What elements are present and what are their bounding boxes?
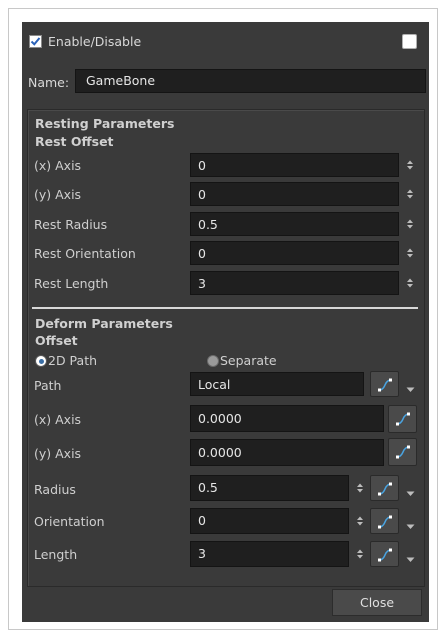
dropdown-arrow-icon[interactable]	[406, 551, 415, 562]
spin-arrows-icon[interactable]	[355, 481, 365, 495]
rest-length-label: Rest Length	[34, 276, 109, 291]
enable-label: Enable/Disable	[48, 34, 142, 49]
bone-properties-dialog: Enable/Disable Name: GameBone Resting Pa…	[22, 22, 429, 622]
radius-function-button[interactable]	[370, 475, 399, 501]
rest-offset-title: Rest Offset	[35, 134, 114, 149]
rest-radius-field[interactable]: 0.5	[190, 212, 399, 236]
length-label: Length	[34, 547, 78, 562]
rest-y-axis-label: (y) Axis	[34, 187, 82, 202]
length-function-button[interactable]	[370, 541, 399, 567]
radius-label: Radius	[34, 482, 76, 497]
radio-2d-path-label: 2D Path	[48, 353, 98, 368]
dropdown-arrow-icon[interactable]	[406, 381, 415, 392]
function-curve-icon	[396, 412, 410, 426]
dropdown-arrow-icon[interactable]	[406, 518, 415, 529]
color-swatch-checkbox[interactable]	[402, 34, 417, 49]
function-curve-icon	[396, 445, 410, 459]
deform-parameters-title: Deform Parameters	[35, 316, 173, 331]
length-field[interactable]: 3	[190, 541, 349, 567]
path-label: Path	[34, 378, 62, 393]
orientation-field[interactable]: 0	[190, 508, 349, 534]
deform-x-axis-label: (x) Axis	[34, 412, 82, 427]
function-curve-icon	[378, 548, 392, 562]
close-button[interactable]: Close	[332, 589, 422, 616]
checkmark-icon	[30, 37, 41, 46]
radius-field[interactable]: 0.5	[190, 475, 349, 501]
section-divider	[32, 307, 418, 309]
radio-2d-path[interactable]	[35, 355, 47, 367]
rest-orientation-field[interactable]: 0	[190, 241, 399, 265]
offset-title: Offset	[35, 333, 78, 348]
path-field[interactable]: Local	[190, 372, 364, 396]
deform-y-axis-label: (y) Axis	[34, 446, 82, 461]
deform-y-axis-field[interactable]: 0.0000	[190, 439, 384, 466]
radio-separate[interactable]	[207, 355, 219, 367]
radio-separate-label: Separate	[220, 353, 277, 368]
spin-arrows-icon[interactable]	[405, 158, 415, 172]
spin-arrows-icon[interactable]	[405, 246, 415, 260]
rest-y-axis-field[interactable]: 0	[190, 182, 399, 206]
spin-arrows-icon[interactable]	[405, 217, 415, 231]
rest-orientation-label: Rest Orientation	[34, 246, 136, 261]
y-axis-function-button[interactable]	[388, 438, 417, 466]
function-curve-icon	[378, 482, 392, 496]
name-input[interactable]: GameBone	[75, 69, 426, 93]
name-label: Name:	[28, 75, 70, 90]
deform-x-axis-field[interactable]: 0.0000	[190, 405, 384, 432]
function-curve-icon	[378, 378, 392, 392]
spin-arrows-icon[interactable]	[405, 187, 415, 201]
rest-x-axis-label: (x) Axis	[34, 158, 82, 173]
orientation-function-button[interactable]	[370, 508, 399, 534]
orientation-label: Orientation	[34, 514, 105, 529]
rest-length-field[interactable]: 3	[190, 271, 399, 295]
enable-checkbox[interactable]	[29, 35, 42, 48]
resting-parameters-title: Resting Parameters	[35, 116, 175, 131]
x-axis-function-button[interactable]	[388, 405, 417, 433]
rest-radius-label: Rest Radius	[34, 217, 108, 232]
spin-arrows-icon[interactable]	[355, 547, 365, 561]
spin-arrows-icon[interactable]	[405, 276, 415, 290]
dropdown-arrow-icon[interactable]	[406, 485, 415, 496]
rest-x-axis-field[interactable]: 0	[190, 153, 399, 177]
path-function-button[interactable]	[370, 371, 399, 397]
spin-arrows-icon[interactable]	[355, 514, 365, 528]
function-curve-icon	[378, 515, 392, 529]
